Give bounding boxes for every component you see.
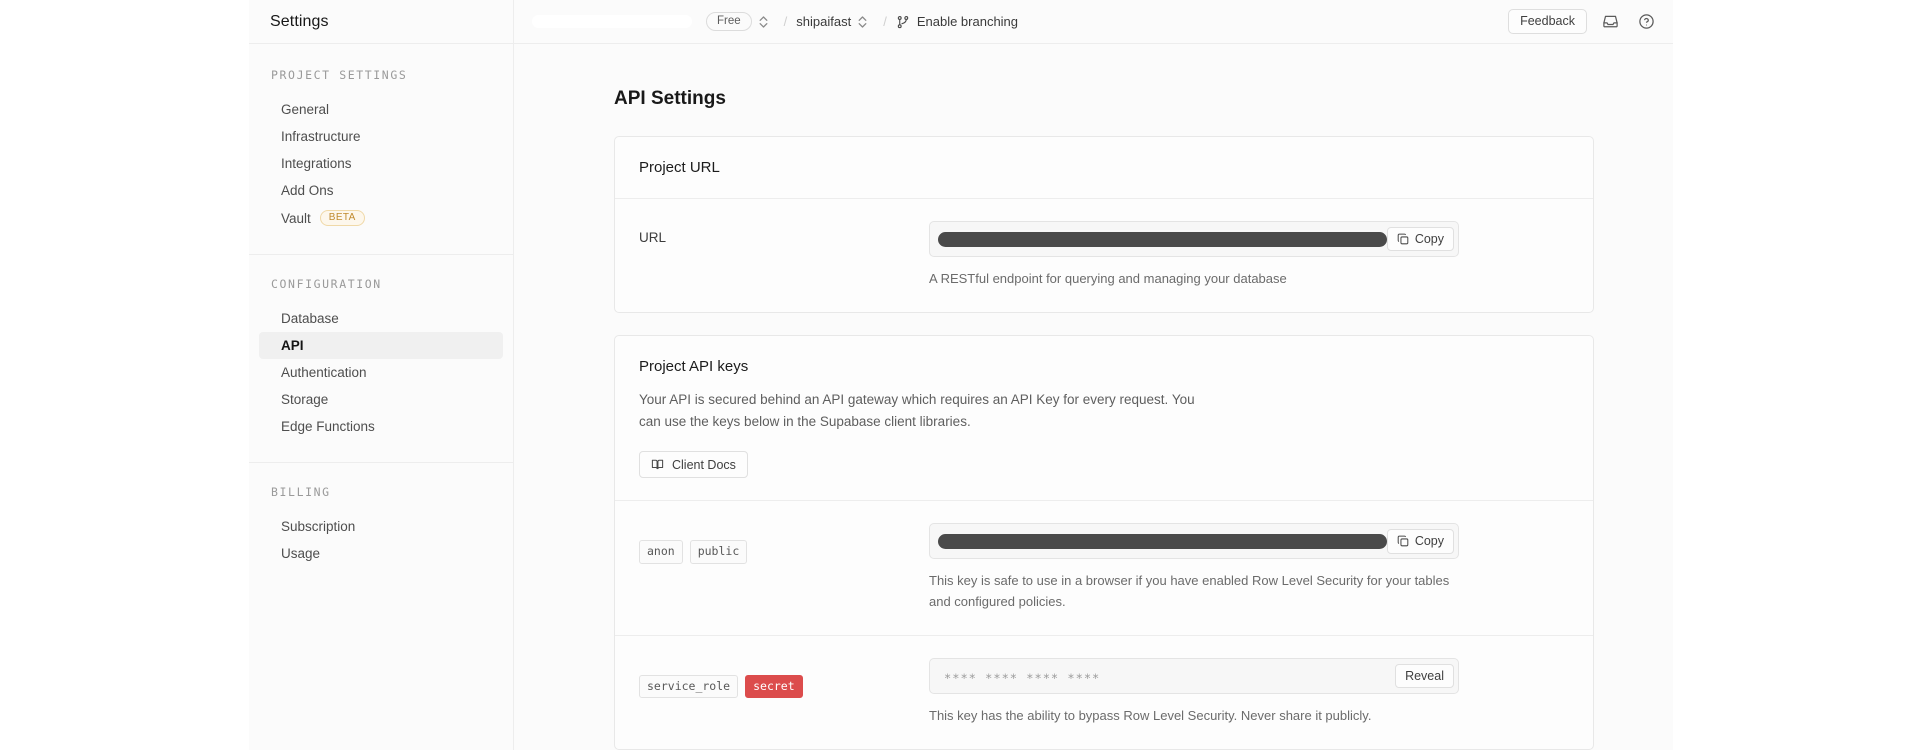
- service-role-key-input[interactable]: ∗∗∗∗ ∗∗∗∗ ∗∗∗∗ ∗∗∗∗ Reveal: [929, 657, 1459, 694]
- project-url-card-title: Project URL: [639, 159, 720, 176]
- sidebar-item-subscription[interactable]: Subscription: [259, 513, 503, 540]
- project-name-redacted[interactable]: [532, 15, 692, 28]
- sidebar-item-label: Authentication: [281, 365, 367, 380]
- tag-public: public: [689, 540, 748, 564]
- api-keys-card-description: Your API is secured behind an API gatewa…: [639, 391, 1195, 430]
- inbox-icon[interactable]: [1597, 9, 1623, 35]
- settings-app-window: Settings Free / shipaifast / Enable bran…: [249, 0, 1673, 750]
- tag-anon: anon: [639, 540, 683, 564]
- client-docs-label: Client Docs: [672, 457, 736, 472]
- anon-key-input[interactable]: Copy: [929, 523, 1459, 560]
- copy-anon-key-label: Copy: [1414, 534, 1444, 549]
- main-content: API Settings Project URL URL Copy A REST…: [514, 44, 1673, 750]
- url-help-text: A RESTful endpoint for querying and mana…: [929, 271, 1287, 286]
- sidebar-item-edge-functions[interactable]: Edge Functions: [259, 413, 503, 440]
- sidebar-item-label: General: [281, 102, 330, 117]
- page-title: API Settings: [614, 88, 726, 109]
- sidebar-item-usage[interactable]: Usage: [259, 540, 503, 567]
- settings-sidebar: PROJECT SETTINGS General Infrastructure …: [249, 44, 514, 750]
- sidebar-item-label: Vault: [281, 210, 311, 226]
- page-app-title: Settings: [270, 12, 329, 30]
- body-region: PROJECT SETTINGS General Infrastructure …: [249, 44, 1673, 750]
- top-bar-title-area: Settings: [249, 0, 514, 43]
- enable-branching-label: Enable branching: [916, 14, 1019, 29]
- nav-heading-configuration: CONFIGURATION: [271, 277, 382, 291]
- sidebar-item-label: Infrastructure: [281, 129, 361, 144]
- plan-badge-free: Free: [706, 11, 752, 32]
- project-url-row: URL Copy A RESTful endpoint for querying…: [615, 199, 1593, 312]
- anon-key-tags: anon public: [639, 532, 929, 564]
- sidebar-item-authentication[interactable]: Authentication: [259, 359, 503, 386]
- copy-anon-key-button[interactable]: Copy: [1386, 529, 1454, 554]
- breadcrumb-separator-2: /: [883, 14, 887, 29]
- chevron-up-down-icon-branch[interactable]: [857, 14, 868, 30]
- help-circle-icon[interactable]: [1633, 9, 1659, 35]
- service-role-key-help-text: This key has the ability to bypass Row L…: [929, 707, 1372, 723]
- service-role-key-masked-value: ∗∗∗∗ ∗∗∗∗ ∗∗∗∗ ∗∗∗∗: [944, 668, 1101, 683]
- copy-icon: [1397, 233, 1409, 245]
- api-key-row-service-role: service_role secret ∗∗∗∗ ∗∗∗∗ ∗∗∗∗ ∗∗∗∗ …: [615, 636, 1593, 749]
- tag-secret: secret: [745, 674, 803, 699]
- copy-icon: [1397, 535, 1409, 547]
- nav-heading-billing: BILLING: [271, 485, 331, 499]
- nav-group-billing: BILLING Subscription Usage: [249, 462, 513, 567]
- sidebar-item-label: Storage: [281, 392, 329, 407]
- sidebar-item-vault[interactable]: Vault BETA: [259, 204, 503, 232]
- sidebar-item-add-ons[interactable]: Add Ons: [259, 177, 503, 204]
- project-api-keys-card: Project API keys Your API is secured beh…: [614, 334, 1594, 750]
- anon-key-value-redacted: [938, 533, 1387, 549]
- sidebar-item-label: Add Ons: [281, 183, 334, 198]
- nav-heading-project-settings: PROJECT SETTINGS: [271, 68, 408, 82]
- feedback-button[interactable]: Feedback: [1508, 9, 1587, 34]
- sidebar-item-database[interactable]: Database: [259, 305, 503, 332]
- api-keys-card-title: Project API keys: [639, 357, 749, 375]
- sidebar-item-label: Usage: [281, 546, 321, 561]
- sidebar-item-integrations[interactable]: Integrations: [259, 150, 503, 177]
- nav-group-project-settings: PROJECT SETTINGS General Infrastructure …: [249, 68, 513, 232]
- client-docs-button[interactable]: Client Docs: [639, 451, 748, 479]
- copy-url-button[interactable]: Copy: [1386, 226, 1454, 252]
- breadcrumb-separator-1: /: [783, 14, 788, 29]
- api-keys-card-header: Project API keys Your API is secured beh…: [615, 336, 1593, 502]
- book-icon: [651, 458, 664, 471]
- beta-badge: BETA: [319, 210, 365, 226]
- url-field-label: URL: [639, 230, 667, 245]
- reveal-service-role-key-button[interactable]: Reveal: [1395, 663, 1454, 689]
- sidebar-item-label: Edge Functions: [281, 419, 375, 434]
- service-role-key-tags: service_role secret: [639, 667, 929, 699]
- branch-selector-label[interactable]: shipaifast: [796, 14, 851, 29]
- copy-url-label: Copy: [1414, 231, 1444, 246]
- api-key-row-anon: anon public Copy This key is safe to use…: [615, 501, 1593, 636]
- sidebar-item-api[interactable]: API: [259, 332, 503, 359]
- sidebar-item-label: Database: [281, 311, 339, 326]
- sidebar-item-label: Integrations: [281, 156, 352, 171]
- sidebar-item-storage[interactable]: Storage: [259, 386, 503, 413]
- url-value-redacted: [938, 231, 1387, 247]
- anon-key-help-text: This key is safe to use in a browser if …: [929, 573, 1450, 610]
- sidebar-item-label: API: [281, 338, 304, 353]
- chevron-up-down-icon[interactable]: [758, 14, 769, 30]
- git-branch-icon: [896, 15, 910, 29]
- sidebar-item-infrastructure[interactable]: Infrastructure: [259, 123, 503, 150]
- project-url-card-header: Project URL: [615, 137, 1593, 199]
- nav-group-configuration: CONFIGURATION Database API Authenticatio…: [249, 254, 513, 440]
- sidebar-item-general[interactable]: General: [259, 96, 503, 123]
- enable-branching-button[interactable]: Enable branching: [896, 14, 1018, 29]
- tag-service-role: service_role: [639, 674, 739, 699]
- project-url-card: Project URL URL Copy A RESTful endpoint …: [614, 136, 1594, 313]
- sidebar-item-label: Subscription: [281, 519, 356, 534]
- top-bar: Settings Free / shipaifast / Enable bran…: [249, 0, 1673, 44]
- top-bar-breadcrumb-area: Free / shipaifast / Enable branching Fee…: [514, 0, 1673, 43]
- url-input[interactable]: Copy: [929, 221, 1459, 257]
